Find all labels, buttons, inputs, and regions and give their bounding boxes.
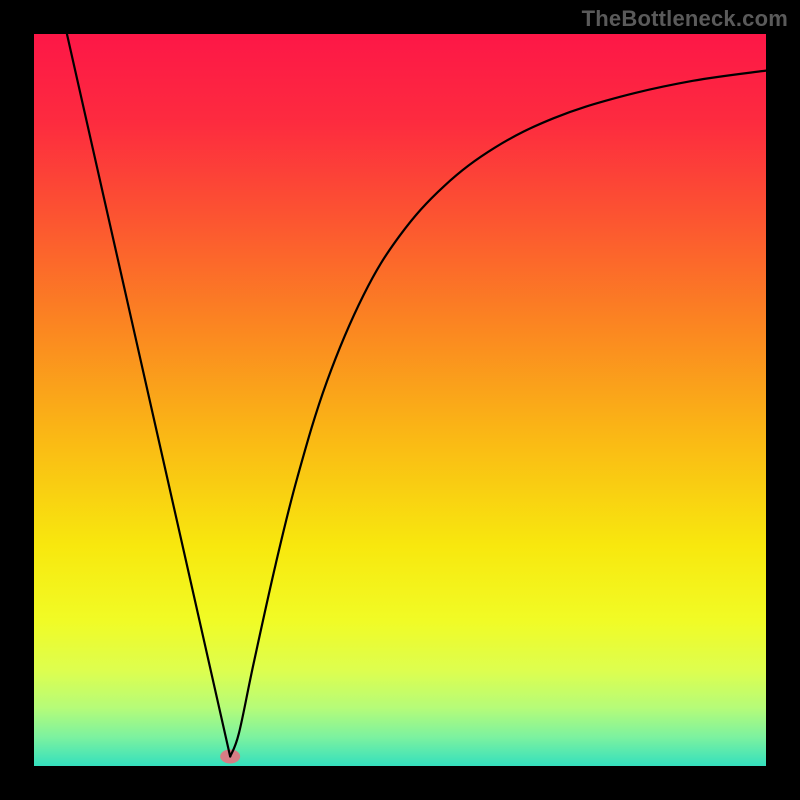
watermark-text: TheBottleneck.com bbox=[582, 6, 788, 32]
bottleneck-chart: TheBottleneck.com bbox=[0, 0, 800, 800]
chart-svg bbox=[0, 0, 800, 800]
plot-area bbox=[34, 34, 766, 766]
